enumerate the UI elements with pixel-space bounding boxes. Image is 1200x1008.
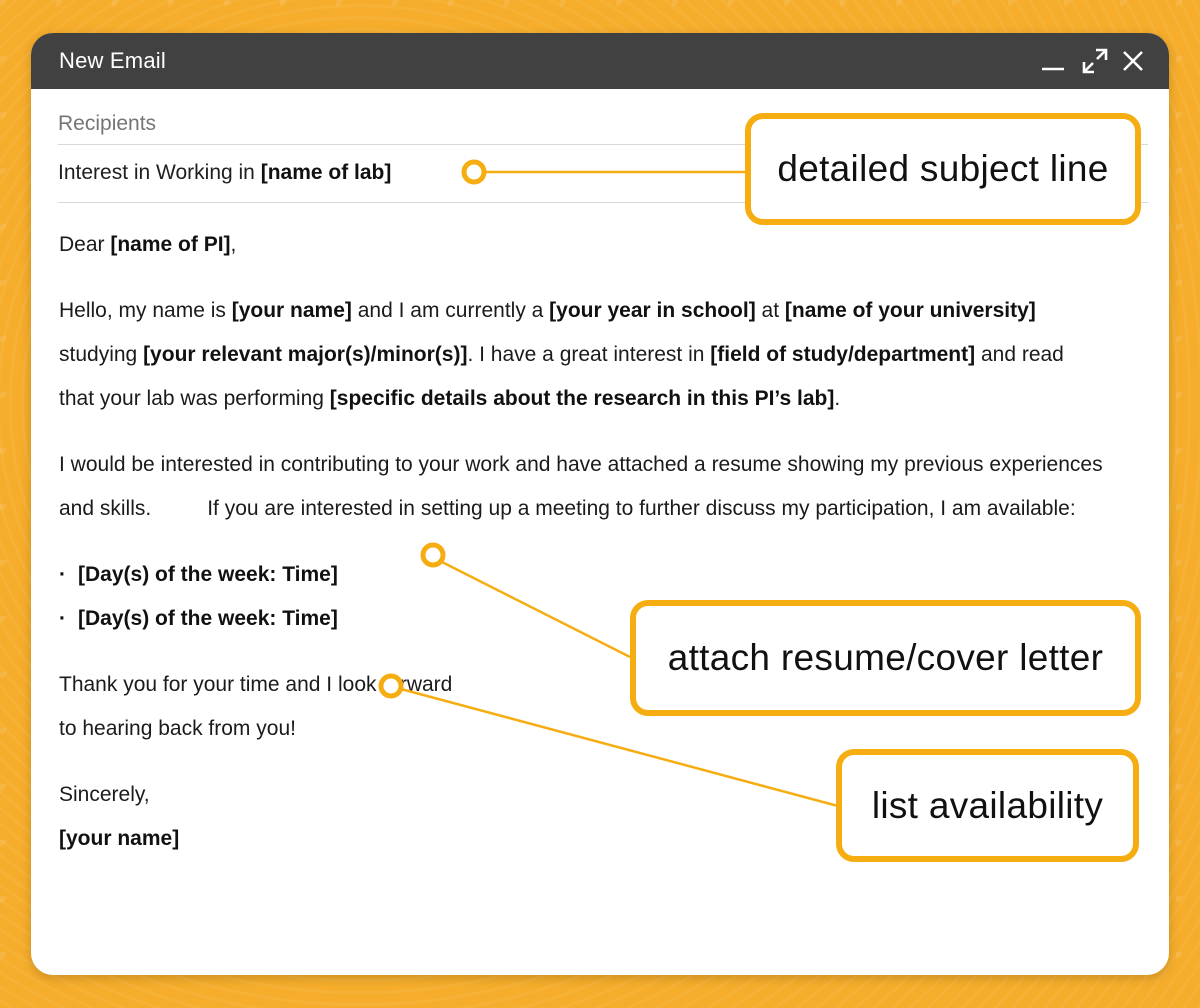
university-placeholder: [name of your university]	[784, 299, 1036, 322]
intro-text: Hello, my name is	[59, 299, 232, 322]
list-item: · [Day(s) of the week: Time]	[59, 553, 1144, 597]
expand-icon	[1082, 48, 1108, 74]
close-icon	[1123, 51, 1143, 71]
minimize-button[interactable]	[1039, 47, 1067, 75]
close-button[interactable]	[1119, 47, 1147, 75]
greeting-comma: ,	[230, 233, 237, 256]
callout-availability: list availability	[836, 749, 1139, 862]
minimize-icon	[1042, 67, 1064, 71]
intro-text: .	[834, 387, 841, 410]
meeting-sentence: If you are interested in setting up a me…	[207, 497, 1076, 520]
callout-availability-label: list availability	[871, 784, 1104, 826]
subject-text: Interest in Working in	[58, 161, 261, 184]
window-title: New Email	[59, 48, 166, 73]
callout-subject: detailed subject line	[745, 113, 1141, 225]
bullet-marker: ·	[59, 563, 66, 586]
intro-text: at	[755, 299, 785, 322]
intro-text: . I have a great interest in	[467, 343, 711, 366]
pi-name-placeholder: [name of PI]	[110, 233, 231, 256]
availability-placeholder: [Day(s) of the week: Time]	[78, 563, 338, 586]
signature-placeholder: [your name]	[59, 827, 180, 850]
expand-button[interactable]	[1081, 47, 1109, 75]
subject-placeholder: [name of lab]	[260, 161, 392, 184]
closing-line-2: to hearing back from you!	[59, 717, 296, 740]
intro-paragraph: Hello, my name is [your name] and I am c…	[59, 289, 1099, 421]
callout-attach: attach resume/cover letter	[630, 600, 1141, 716]
title-bar: New Email	[31, 33, 1169, 89]
availability-placeholder: [Day(s) of the week: Time]	[78, 607, 338, 630]
research-details-placeholder: [specific details about the research in …	[329, 387, 835, 410]
field-placeholder: [field of study/department]	[710, 343, 976, 366]
year-placeholder: [your year in school]	[549, 299, 756, 322]
greeting: Dear [name of PI],	[59, 223, 1144, 267]
greeting-text: Dear	[59, 233, 111, 256]
your-name-placeholder: [your name]	[231, 299, 352, 322]
major-placeholder: [your relevant major(s)/minor(s)]	[143, 343, 468, 366]
callout-attach-label: attach resume/cover letter	[667, 637, 1104, 678]
closing-line-1: Thank you for your time and I look forwa…	[59, 673, 453, 696]
callout-subject-label: detailed subject line	[777, 148, 1109, 189]
bullet-marker: ·	[59, 607, 66, 630]
signoff: Sincerely,	[59, 783, 150, 806]
intro-text: and I am currently a	[351, 299, 550, 322]
intro-text: studying	[59, 343, 144, 366]
availability-paragraph: I would be interested in contributing to…	[59, 443, 1139, 531]
